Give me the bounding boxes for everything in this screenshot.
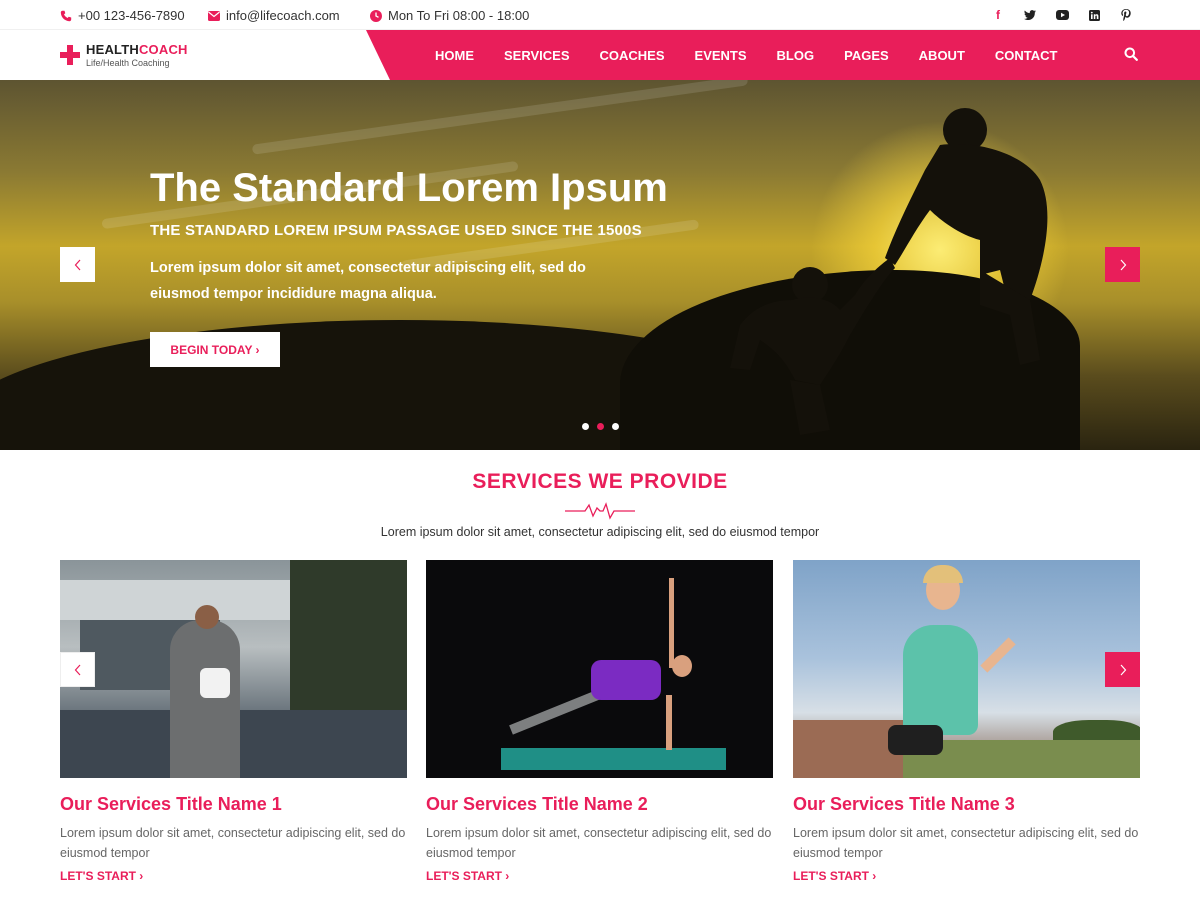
search-icon[interactable] xyxy=(1124,47,1140,63)
brand-tagline: Life/Health Coaching xyxy=(86,58,170,68)
lets-start-link-1[interactable]: LET'S START › xyxy=(60,869,407,883)
main-navigation: HOME SERVICES COACHES EVENTS BLOG PAGES … xyxy=(366,30,1200,80)
site-logo[interactable]: HEALTHCOACH Life/Health Coaching xyxy=(60,42,188,68)
youtube-icon[interactable] xyxy=(1046,7,1078,23)
heartbeat-icon xyxy=(565,502,635,520)
envelope-icon xyxy=(208,10,220,22)
nav-pages[interactable]: PAGES xyxy=(844,48,889,63)
hero-subtitle: THE STANDARD LOREM IPSUM PASSAGE USED SI… xyxy=(150,222,642,239)
slider-dot-1[interactable] xyxy=(582,423,589,430)
hero-title: The Standard Lorem Ipsum xyxy=(150,166,668,210)
nav-about[interactable]: ABOUT xyxy=(919,48,965,63)
nav-blog[interactable]: BLOG xyxy=(777,48,815,63)
service-image-3[interactable] xyxy=(793,560,1140,778)
top-bar: +00 123-456-7890 info@lifecoach.com Mon … xyxy=(0,0,1200,30)
lets-start-link-3[interactable]: LET'S START › xyxy=(793,869,1140,883)
nav-contact[interactable]: CONTACT xyxy=(995,48,1058,63)
hours-text: Mon To Fri 08:00 - 18:00 xyxy=(388,8,530,23)
phone-text: +00 123-456-7890 xyxy=(78,8,185,23)
begin-today-button[interactable]: BEGIN TODAY › xyxy=(150,332,280,367)
service-card-2: Our Services Title Name 2 Lorem ipsum do… xyxy=(426,560,773,883)
hero-text: Lorem ipsum dolor sit amet, consectetur … xyxy=(150,260,586,302)
nav-events[interactable]: EVENTS xyxy=(695,48,747,63)
social-links: f xyxy=(982,7,1142,23)
chevron-right-icon xyxy=(1120,259,1126,270)
service-image-2[interactable] xyxy=(426,560,773,778)
service-desc-3: Lorem ipsum dolor sit amet, consectetur … xyxy=(793,826,1139,860)
email-contact[interactable]: info@lifecoach.com xyxy=(208,8,340,23)
slider-dot-2[interactable] xyxy=(597,423,604,430)
services-next-button[interactable] xyxy=(1105,652,1140,687)
service-desc-1: Lorem ipsum dolor sit amet, consectetur … xyxy=(60,826,406,860)
nav-coaches[interactable]: COACHES xyxy=(600,48,665,63)
service-image-1[interactable] xyxy=(60,560,407,778)
lets-start-link-2[interactable]: LET'S START › xyxy=(426,869,773,883)
chevron-right-icon xyxy=(1120,664,1126,675)
brand-name-part1: HEALTH xyxy=(86,42,139,57)
nav-home[interactable]: HOME xyxy=(435,48,474,63)
site-header: HEALTHCOACH Life/Health Coaching HOME SE… xyxy=(0,30,1200,80)
clock-icon xyxy=(370,9,382,22)
twitter-icon[interactable] xyxy=(1014,7,1046,23)
slider-dot-3[interactable] xyxy=(612,423,619,430)
services-prev-button[interactable] xyxy=(60,652,95,687)
services-title: SERVICES WE PROVIDE xyxy=(472,470,728,493)
facebook-icon[interactable]: f xyxy=(982,7,1014,23)
slider-dots xyxy=(582,423,619,430)
phone-contact[interactable]: +00 123-456-7890 xyxy=(60,8,185,23)
service-desc-2: Lorem ipsum dolor sit amet, consectetur … xyxy=(426,826,772,860)
brand-name: HEALTHCOACH xyxy=(86,42,188,57)
cross-icon xyxy=(60,45,80,65)
chevron-left-icon xyxy=(74,259,80,270)
pinterest-icon[interactable] xyxy=(1110,7,1142,23)
service-card-3: Our Services Title Name 3 Lorem ipsum do… xyxy=(793,560,1140,883)
service-title-1[interactable]: Our Services Title Name 1 xyxy=(60,794,407,815)
hero-prev-button[interactable] xyxy=(60,247,95,282)
linkedin-icon[interactable] xyxy=(1078,7,1110,23)
nav-services[interactable]: SERVICES xyxy=(504,48,570,63)
service-title-3[interactable]: Our Services Title Name 3 xyxy=(793,794,1140,815)
climbers-silhouette xyxy=(730,108,1048,435)
hero-next-button[interactable] xyxy=(1105,247,1140,282)
cloud-streak xyxy=(251,80,749,155)
hours-info: Mon To Fri 08:00 - 18:00 xyxy=(370,8,529,23)
service-title-2[interactable]: Our Services Title Name 2 xyxy=(426,794,773,815)
phone-icon xyxy=(60,10,72,22)
email-text: info@lifecoach.com xyxy=(226,8,340,23)
services-subtitle: Lorem ipsum dolor sit amet, consectetur … xyxy=(380,525,820,539)
hero-slider: The Standard Lorem Ipsum THE STANDARD LO… xyxy=(0,80,1200,450)
chevron-left-icon xyxy=(74,664,80,675)
brand-name-part2: COACH xyxy=(138,42,188,57)
service-card-1: Our Services Title Name 1 Lorem ipsum do… xyxy=(60,560,407,883)
